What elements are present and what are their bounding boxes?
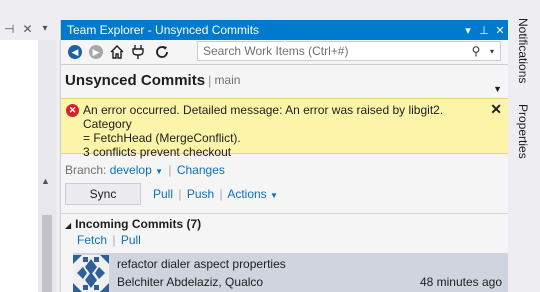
search-input[interactable]: Search Work Items (Ctrl+#) [203,44,468,58]
chevron-down-icon[interactable]: ▾ [43,23,48,35]
collapse-triangle-icon[interactable]: ◢ [65,221,71,230]
search-work-items-box[interactable]: Search Work Items (Ctrl+#) ⚲ ▾ [197,41,501,61]
search-icon[interactable]: ⚲ [468,44,484,58]
scrollbar-thumb[interactable] [42,215,52,292]
panel-title: Team Explorer - Unsynced Commits [67,23,260,37]
pull-link[interactable]: Pull [153,187,173,201]
forward-arrow-icon: ▶ [89,45,103,59]
title-separator: | [208,72,212,88]
branch-label: Branch: [65,163,107,177]
incoming-commits-title: Incoming Commits (7) [75,217,202,231]
incoming-actions: Fetch | Pull [77,233,141,247]
actions-dropdown-icon[interactable]: ▼ [270,191,278,200]
left-toolbar: ⊣ ✕ ▾ [0,18,56,40]
branch-selector[interactable]: develop [110,163,152,177]
actions-row: Pull | Push | Actions ▼ [153,187,278,201]
forward-button[interactable]: ▶ [86,42,106,62]
error-icon: ✕ [66,104,79,117]
incoming-commits-header[interactable]: ◢ Incoming Commits (7) [65,217,201,231]
close-icon[interactable]: ✕ [22,23,32,35]
home-button[interactable] [107,42,127,62]
pin-icon[interactable]: ⊣ [4,23,14,35]
tab-properties[interactable]: Properties [516,104,530,159]
scroll-up-icon[interactable]: ▲ [41,176,50,186]
repo-name: main [214,73,241,87]
editor-document[interactable] [0,40,39,292]
error-line-1: An error occurred. Detailed message: An … [83,103,444,131]
panel-title-bar: Team Explorer - Unsynced Commits ▾ ⊥ ✕ [61,20,508,40]
right-tab-strip: Notifications Properties [508,0,540,292]
commit-message: refactor dialer aspect properties [117,257,286,271]
section-divider [61,213,508,214]
refresh-icon [156,46,168,58]
commit-time: 48 minutes ago [419,275,502,289]
left-editor-pane: ⊣ ✕ ▾ ▲ [0,0,56,292]
push-link[interactable]: Push [187,187,214,201]
plug-icon [132,45,144,59]
page-header: Unsynced Commits | main [61,65,508,95]
sync-button[interactable]: Sync [65,183,141,205]
error-line-2: = FetchHead (MergeConflict). [83,131,241,145]
connect-button[interactable] [128,42,148,62]
team-explorer-panel: Team Explorer - Unsynced Commits ▾ ⊥ ✕ ◀… [60,20,508,292]
avatar [73,255,109,292]
page-title: Unsynced Commits [65,71,206,89]
commit-author: Belchiter Abdelaziz, Qualco [117,275,264,289]
back-button[interactable]: ◀ [65,42,85,62]
error-line-3: 3 conflicts prevent checkout [83,145,232,159]
auto-hide-pin-icon[interactable]: ⊥ [476,24,492,37]
refresh-button[interactable] [152,42,172,62]
tab-notifications[interactable]: Notifications [516,18,530,83]
error-notification: ✕ An error occurred. Detailed message: A… [61,98,508,159]
fetch-link[interactable]: Fetch [77,233,107,247]
branch-row: Branch: develop ▼ | Changes [65,163,225,177]
commit-row[interactable]: refactor dialer aspect properties Belchi… [73,253,508,292]
editor-scrollbar[interactable]: ▲ [38,40,56,292]
branch-dropdown-icon[interactable]: ▼ [155,167,163,176]
search-dropdown-icon[interactable]: ▾ [484,47,500,56]
dismiss-error-icon[interactable]: ✕ [490,102,502,116]
changes-link[interactable]: Changes [177,163,225,177]
window-position-dropdown-icon[interactable]: ▾ [460,24,476,37]
close-panel-icon[interactable]: ✕ [492,24,508,37]
back-arrow-icon: ◀ [68,45,82,59]
identicon-icon [73,255,109,292]
incoming-pull-link[interactable]: Pull [121,233,141,247]
actions-menu[interactable]: Actions [227,187,266,201]
home-icon [110,45,124,59]
